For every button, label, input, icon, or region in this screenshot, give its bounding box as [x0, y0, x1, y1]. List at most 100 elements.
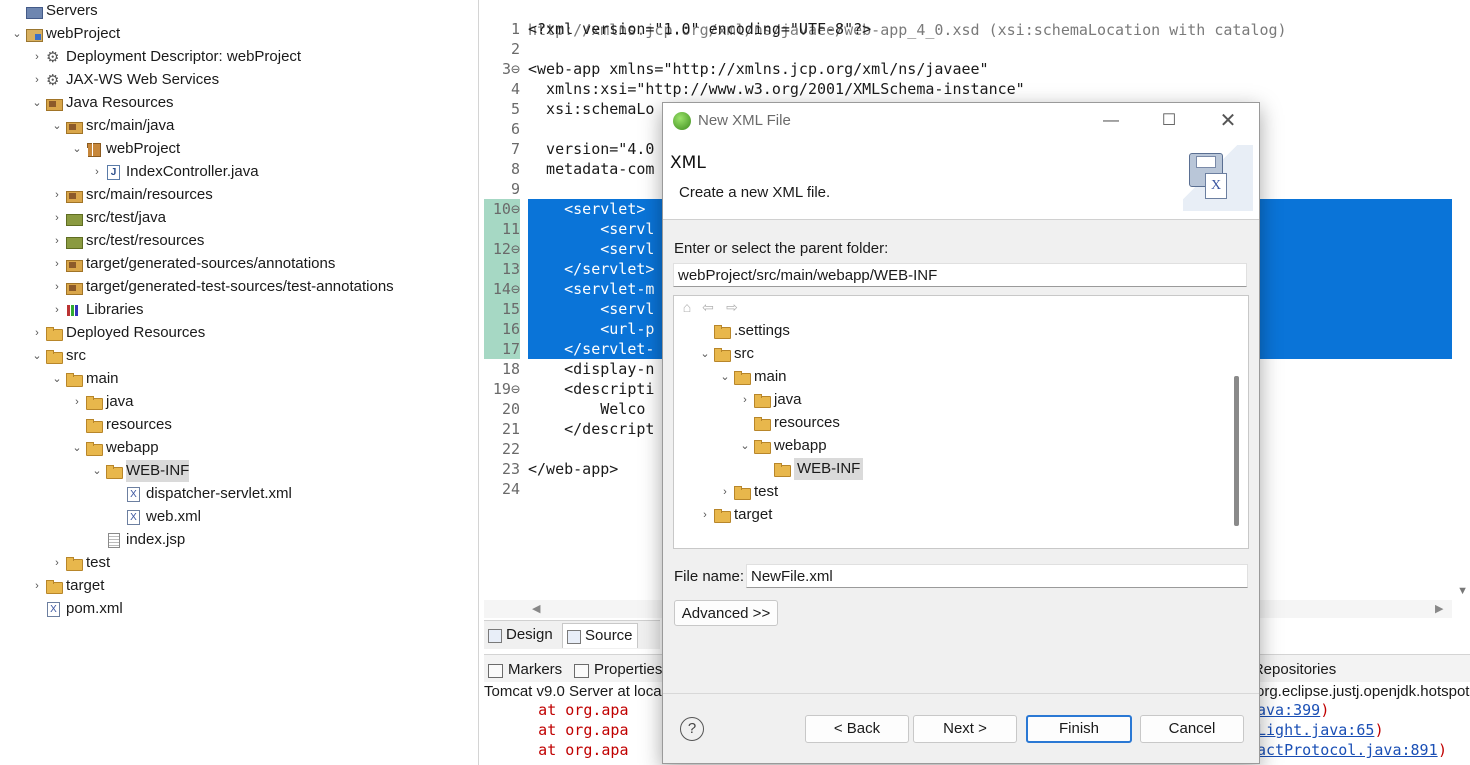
scroll-right-arrow-icon[interactable]: ▶ [1435, 602, 1443, 615]
explorer-item-label: target [66, 577, 105, 594]
help-icon[interactable]: ? [680, 717, 704, 741]
folder-tree-item[interactable]: ⌄ webapp [738, 435, 827, 457]
tab-source[interactable]: Source [562, 623, 638, 648]
code-line[interactable]: 2 [484, 39, 1470, 59]
explorer-item[interactable]: › java [70, 391, 134, 413]
chevron-down-icon[interactable]: ⌄ [30, 92, 44, 114]
back-button[interactable]: < Back [805, 715, 909, 743]
code-line[interactable]: 1 <?xml version="1.0" encoding="UTF-8"?> [484, 19, 1470, 39]
explorer-item[interactable]: › src/test/java [50, 207, 166, 229]
chevron-down-icon[interactable]: ⌄ [50, 115, 64, 137]
advanced-button[interactable]: Advanced >> [674, 600, 778, 626]
explorer-item[interactable]: › src/test/resources [50, 230, 204, 252]
explorer-item[interactable]: › Deployment Descriptor: webProject [30, 46, 301, 69]
next-button[interactable]: Next > [913, 715, 1017, 743]
chevron-down-icon[interactable]: ⌄ [718, 366, 732, 388]
chevron-down-icon[interactable]: ⌄ [698, 343, 712, 365]
explorer-item[interactable]: ⌄ webProject [70, 138, 180, 160]
chevron-right-icon[interactable]: › [50, 230, 64, 252]
scroll-down-arrow-icon[interactable]: ▼ [1457, 585, 1468, 597]
explorer-item[interactable]: ⌄ Java Resources [30, 92, 174, 114]
console-source-link[interactable]: Light.java:65 [1257, 720, 1374, 740]
explorer-item[interactable]: › target [30, 575, 104, 597]
explorer-item[interactable]: › src/main/resources [50, 184, 213, 206]
explorer-item[interactable]: ⌄ webapp [70, 437, 159, 459]
minimize-icon[interactable]: — [1091, 107, 1131, 135]
chevron-right-icon[interactable]: › [30, 322, 44, 344]
finish-button[interactable]: Finish [1026, 715, 1132, 743]
chevron-right-icon[interactable]: › [698, 504, 712, 526]
tree-scrollbar[interactable] [1234, 376, 1239, 526]
back-arrow-icon[interactable]: ⇦ [700, 299, 716, 315]
folder-tree-item[interactable]: ⌄ src [698, 343, 754, 365]
folder-tree-item[interactable]: .settings [698, 320, 790, 342]
explorer-item[interactable]: ⌄ main [50, 368, 119, 390]
home-icon[interactable]: ⌂ [679, 299, 695, 315]
maximize-icon[interactable]: ☐ [1149, 107, 1189, 135]
tab-design[interactable]: Design [484, 623, 557, 647]
explorer-item[interactable]: › target/generated-test-sources/test-anno… [50, 276, 394, 298]
chevron-right-icon[interactable]: › [70, 391, 84, 413]
chevron-right-icon[interactable]: › [30, 46, 44, 68]
explorer-item[interactable]: pom.xml [30, 598, 123, 620]
chevron-right-icon[interactable]: › [50, 207, 64, 229]
tab-properties[interactable]: Properties [572, 659, 662, 681]
code-line[interactable]: 4 xmlns:xsi="http://www.w3.org/2001/XMLS… [484, 79, 1470, 99]
greenfolder-icon [66, 234, 83, 249]
chevron-down-icon[interactable]: ⌄ [90, 460, 104, 482]
explorer-item[interactable]: › IndexController.java [90, 161, 259, 183]
chevron-down-icon[interactable]: ⌄ [10, 23, 24, 45]
explorer-item[interactable]: resources [70, 414, 172, 436]
folder-tree[interactable]: ⌂ ⇦ ⇨ .settings ⌄ src ⌄ main › java resources ⌄ w… [673, 295, 1249, 549]
explorer-item[interactable]: › JAX-WS Web Services [30, 69, 219, 92]
folder-tree-item[interactable]: › test [718, 481, 778, 503]
chevron-right-icon[interactable]: › [50, 299, 64, 321]
explorer-item[interactable]: index.jsp [90, 529, 185, 551]
chevron-down-icon[interactable]: ⌄ [738, 435, 752, 457]
dialog-titlebar[interactable]: New XML File — ☐ ✕ [663, 103, 1259, 139]
explorer-item[interactable]: web.xml [110, 506, 201, 528]
scroll-left-arrow-icon[interactable]: ◀ [532, 602, 540, 615]
code-line[interactable]: 3⊖ <web-app xmlns="http://xmlns.jcp.org/x… [484, 59, 1470, 79]
chevron-right-icon[interactable]: › [50, 276, 64, 298]
explorer-item[interactable]: › Deployed Resources [30, 322, 205, 344]
chevron-right-icon[interactable]: › [50, 184, 64, 206]
cancel-button[interactable]: Cancel [1140, 715, 1244, 743]
chevron-right-icon[interactable]: › [50, 552, 64, 574]
chevron-right-icon[interactable]: › [30, 69, 44, 91]
console-source-link[interactable]: actProtocol.java:891 [1257, 740, 1438, 760]
explorer-item[interactable]: ⌄ WEB-INF [90, 460, 190, 482]
parent-folder-input[interactable]: webProject/src/main/webapp/WEB-INF [673, 263, 1247, 287]
explorer-item[interactable]: ⌄ src/main/java [50, 115, 174, 137]
folder-tree-item[interactable]: resources [738, 412, 840, 434]
file-name-input[interactable]: NewFile.xml [746, 564, 1248, 588]
close-icon[interactable]: ✕ [1208, 107, 1248, 135]
explorer-item[interactable]: › test [50, 552, 110, 574]
folder-tree-item[interactable]: › target [698, 504, 772, 526]
explorer-item[interactable]: › target/generated-sources/annotations [50, 253, 335, 275]
explorer-item[interactable]: ⌄ webProject [10, 23, 120, 45]
explorer-item[interactable]: ⌄ src [30, 345, 86, 367]
folder-tree-item[interactable]: WEB-INF [758, 458, 864, 480]
explorer-item[interactable]: dispatcher-servlet.xml [110, 483, 292, 505]
chevron-down-icon[interactable]: ⌄ [50, 368, 64, 390]
explorer-item-label: src/main/java [86, 117, 175, 134]
chevron-right-icon[interactable]: › [718, 481, 732, 503]
console-source-link[interactable]: ava:399 [1257, 700, 1320, 720]
folder-tree-item[interactable]: › java [738, 389, 802, 411]
chevron-right-icon[interactable]: › [738, 389, 752, 411]
explorer-item[interactable]: › Libraries [50, 299, 143, 321]
folder-tree-item[interactable]: ⌄ main [718, 366, 787, 388]
line-number: 10⊖ [484, 199, 520, 219]
chevron-right-icon[interactable]: › [30, 575, 44, 597]
chevron-down-icon[interactable]: ⌄ [70, 437, 84, 459]
chevron-down-icon[interactable]: ⌄ [30, 345, 44, 367]
chevron-down-icon[interactable]: ⌄ [70, 138, 84, 160]
chevron-right-icon[interactable]: › [90, 161, 104, 183]
explorer-item[interactable]: Servers [10, 0, 98, 22]
tab-markers[interactable]: Markers [486, 659, 562, 681]
console-suffix: ) [1320, 701, 1330, 719]
tab-design-label: Design [506, 626, 553, 643]
forward-arrow-icon[interactable]: ⇨ [724, 299, 740, 315]
chevron-right-icon[interactable]: › [50, 253, 64, 275]
